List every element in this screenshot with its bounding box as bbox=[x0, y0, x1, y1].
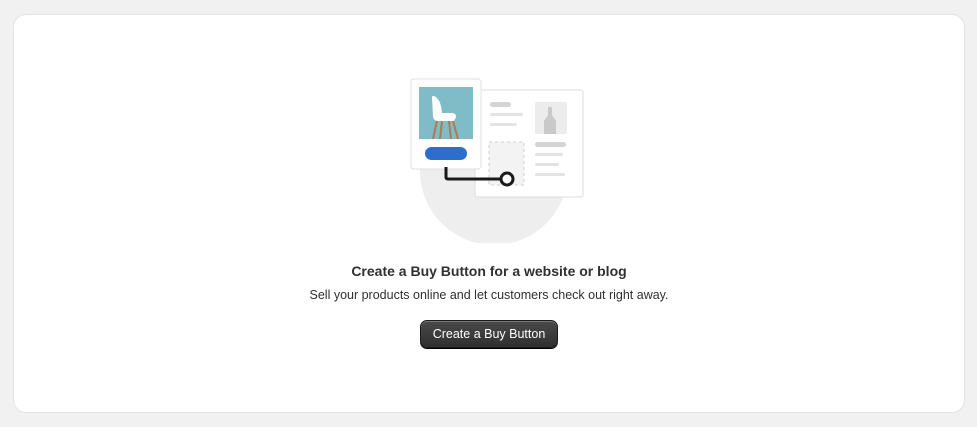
page-line bbox=[490, 123, 517, 126]
page-line bbox=[490, 102, 511, 107]
page-line bbox=[490, 113, 523, 116]
create-buy-button[interactable]: Create a Buy Button bbox=[420, 320, 558, 348]
buy-button-pill bbox=[425, 147, 467, 160]
page-line bbox=[535, 153, 563, 156]
empty-state-description: Sell your products online and let custom… bbox=[309, 288, 669, 302]
empty-state-title: Create a Buy Button for a website or blo… bbox=[351, 263, 627, 279]
connector-node bbox=[499, 171, 515, 187]
page-line bbox=[535, 173, 565, 176]
page-line bbox=[535, 142, 566, 147]
illustration-graphic bbox=[410, 78, 584, 245]
buy-button-illustration bbox=[394, 63, 594, 245]
empty-state-card: Create a Buy Button for a website or blo… bbox=[14, 15, 964, 412]
page-line bbox=[535, 163, 559, 166]
